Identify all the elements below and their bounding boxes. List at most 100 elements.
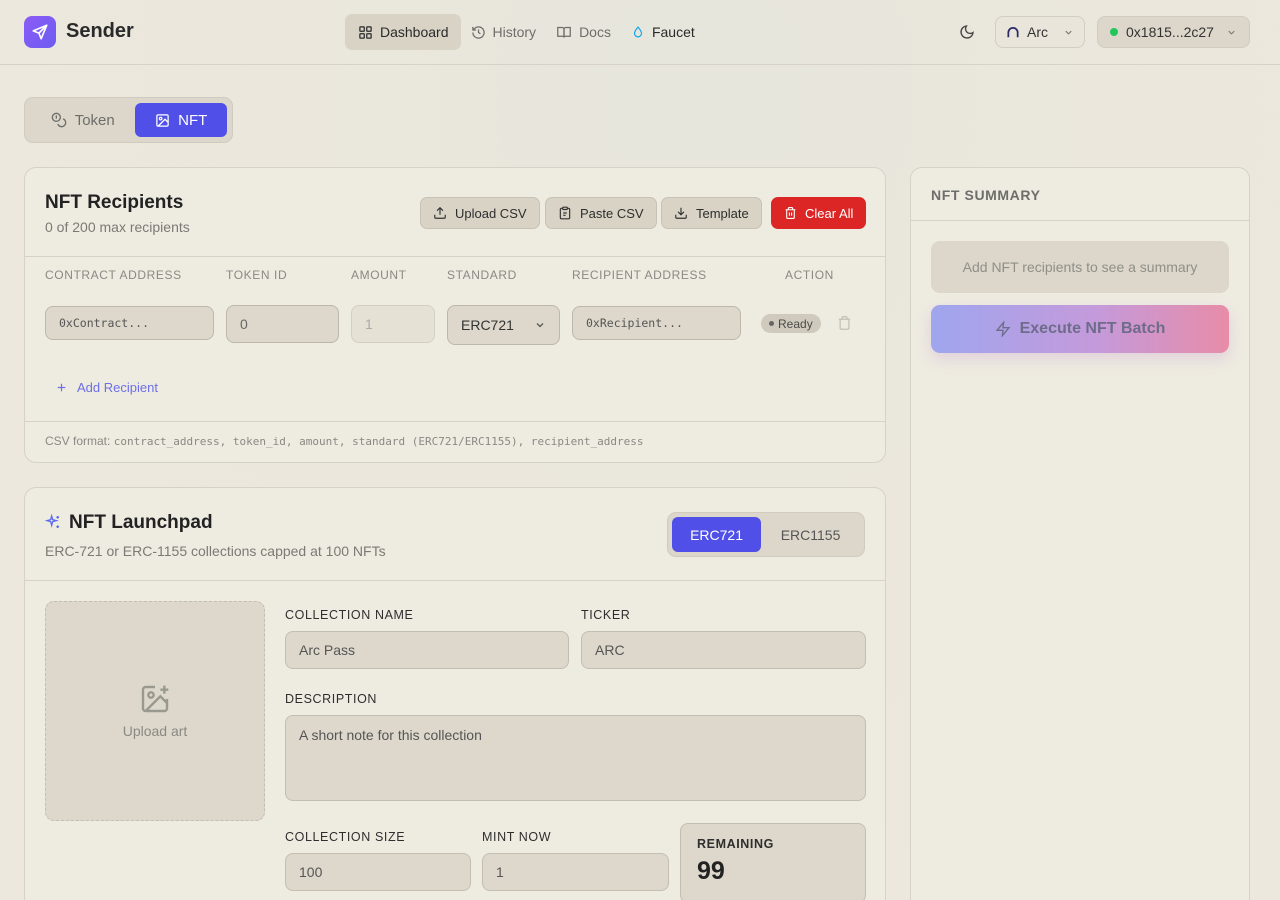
mode-nft-label: NFT — [178, 111, 208, 129]
standard-value: ERC721 — [461, 317, 514, 333]
droplet-icon — [631, 25, 645, 40]
nav-dashboard-label: Dashboard — [380, 24, 449, 40]
column-header-recipient: RECIPIENT ADDRESS — [572, 268, 707, 282]
delete-row-button[interactable] — [837, 315, 853, 331]
standard-toggle: ERC721 ERC1155 — [667, 512, 865, 557]
nav-docs[interactable]: Docs — [546, 14, 621, 50]
sparkles-icon — [45, 514, 61, 530]
nav-faucet-label: Faucet — [651, 24, 695, 40]
connected-status-dot — [1110, 28, 1118, 36]
upload-icon — [433, 206, 447, 220]
image-plus-icon — [139, 683, 171, 715]
remaining-label: REMAINING — [697, 837, 774, 851]
collection-size-input[interactable]: 100 — [285, 853, 471, 891]
book-icon — [556, 25, 572, 40]
clipboard-icon — [558, 206, 572, 220]
collection-name-label: COLLECTION NAME — [285, 608, 414, 622]
divider — [25, 421, 885, 422]
summary-empty-state: Add NFT recipients to see a summary — [931, 241, 1229, 293]
wallet-address: 0x1815...2c27 — [1126, 24, 1214, 40]
upload-csv-label: Upload CSV — [455, 205, 527, 221]
contract-address-input[interactable]: 0xContract... — [45, 306, 214, 340]
chevron-down-icon — [1063, 27, 1074, 38]
add-recipient-label: Add Recipient — [77, 380, 158, 395]
trash-icon — [837, 315, 853, 331]
nft-summary-card: NFT SUMMARY Add NFT recipients to see a … — [910, 167, 1250, 900]
nft-launchpad-card: NFT Launchpad ERC-721 or ERC-1155 collec… — [24, 487, 886, 900]
description-label: DESCRIPTION — [285, 692, 378, 706]
nav-faucet[interactable]: Faucet — [621, 14, 705, 50]
column-header-contract: CONTRACT ADDRESS — [45, 268, 182, 282]
template-button[interactable]: Template — [661, 197, 762, 229]
execute-nft-batch-button[interactable]: Execute NFT Batch — [931, 305, 1229, 353]
csv-format-hint: CSV format: contract_address, token_id, … — [45, 434, 644, 448]
wallet-button[interactable]: 0x1815...2c27 — [1097, 16, 1250, 48]
recipient-address-input[interactable]: 0xRecipient... — [572, 306, 741, 340]
ticker-input[interactable]: ARC — [581, 631, 866, 669]
app-name[interactable]: Sender — [66, 20, 134, 43]
chevron-down-icon — [1226, 27, 1237, 38]
recipients-title: NFT Recipients — [45, 192, 184, 213]
launchpad-subtitle: ERC-721 or ERC-1155 collections capped a… — [45, 543, 386, 559]
divider — [911, 220, 1249, 221]
nft-recipients-card: NFT Recipients 0 of 200 max recipients U… — [24, 167, 886, 463]
trash-icon — [784, 206, 797, 220]
nav-history[interactable]: History — [461, 14, 547, 50]
mode-token-button[interactable]: Token — [30, 103, 135, 137]
nav-dashboard[interactable]: Dashboard — [345, 14, 461, 50]
summary-title: NFT SUMMARY — [931, 187, 1041, 203]
status-badge: Ready — [761, 314, 821, 333]
chain-selector[interactable]: Arc — [995, 16, 1085, 48]
plus-icon — [55, 381, 68, 394]
csv-format-value: contract_address, token_id, amount, stan… — [113, 435, 644, 448]
image-icon — [155, 113, 170, 128]
upload-csv-button[interactable]: Upload CSV — [420, 197, 540, 229]
column-header-standard: STANDARD — [447, 268, 517, 282]
zap-icon — [995, 321, 1011, 337]
standard-erc721-button[interactable]: ERC721 — [672, 517, 762, 552]
moon-icon[interactable] — [956, 21, 978, 43]
description-textarea[interactable]: A short note for this collection — [285, 715, 866, 801]
column-header-amount: AMOUNT — [351, 268, 407, 282]
status-dot — [769, 321, 774, 326]
paste-csv-button[interactable]: Paste CSV — [545, 197, 657, 229]
recipients-count: 0 of 200 max recipients — [45, 219, 190, 235]
main-nav: Dashboard History Docs Faucet — [345, 14, 705, 50]
nav-history-label: History — [492, 24, 537, 40]
chain-label: Arc — [1027, 24, 1048, 40]
standard-select[interactable]: ERC721 — [447, 305, 560, 345]
upload-art-label: Upload art — [122, 723, 188, 739]
amount-input[interactable]: 1 — [351, 305, 435, 343]
mode-toggle: Token NFT — [24, 97, 233, 143]
execute-label: Execute NFT Batch — [1019, 320, 1166, 337]
ticker-label: TICKER — [581, 608, 631, 622]
mode-token-label: Token — [74, 111, 115, 129]
status-text: Ready — [778, 316, 813, 331]
coins-icon — [51, 112, 67, 128]
collection-name-input[interactable]: Arc Pass — [285, 631, 569, 669]
divider — [25, 580, 885, 581]
add-recipient-button[interactable]: Add Recipient — [55, 380, 158, 395]
mint-now-input[interactable]: 1 — [482, 853, 669, 891]
grid-icon — [358, 25, 373, 40]
column-header-action: ACTION — [785, 268, 834, 282]
launchpad-title: NFT Launchpad — [69, 512, 213, 533]
collection-size-label: COLLECTION SIZE — [285, 830, 406, 844]
logo-icon[interactable] — [24, 16, 56, 48]
clear-all-label: Clear All — [805, 205, 854, 221]
template-label: Template — [696, 205, 749, 221]
top-header: Sender Dashboard History Docs Faucet Arc… — [0, 0, 1280, 65]
standard-erc1155-button[interactable]: ERC1155 — [761, 517, 860, 552]
paste-csv-label: Paste CSV — [580, 205, 644, 221]
csv-format-label: CSV format: — [45, 434, 111, 448]
divider — [25, 256, 885, 257]
column-header-token-id: TOKEN ID — [226, 268, 288, 282]
chevron-down-icon — [534, 319, 546, 331]
upload-art-dropzone[interactable]: Upload art — [45, 601, 265, 821]
history-icon — [471, 25, 486, 40]
clear-all-button[interactable]: Clear All — [771, 197, 867, 229]
remaining-box: REMAINING 99 — [680, 823, 866, 900]
mode-nft-button[interactable]: NFT — [135, 103, 227, 137]
remaining-value: 99 — [697, 857, 725, 885]
token-id-input[interactable]: 0 — [226, 305, 339, 343]
